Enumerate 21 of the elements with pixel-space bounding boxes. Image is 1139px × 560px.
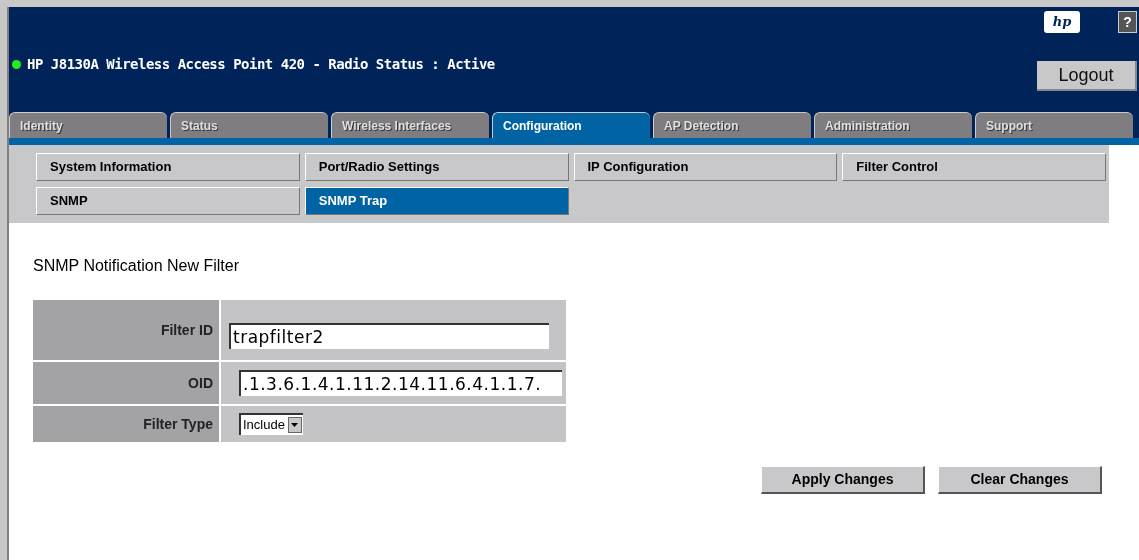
subnav-item[interactable]: Port/Radio Settings: [304, 153, 569, 181]
field-label: OID: [33, 362, 219, 404]
subnav-item[interactable]: IP Configuration: [573, 153, 838, 181]
subnav-item[interactable]: System Information: [36, 153, 300, 181]
logout-button[interactable]: Logout: [1037, 61, 1137, 91]
subnav-item[interactable]: SNMP: [36, 187, 300, 215]
logo-icon: hp: [1044, 11, 1080, 33]
filter-type-dropdown[interactable]: Include: [239, 413, 303, 435]
field-label: Filter Type: [33, 406, 219, 442]
action-button[interactable]: Clear Changes: [938, 466, 1102, 494]
field-label: Filter ID: [33, 300, 219, 360]
text-field[interactable]: trapfilter2: [229, 323, 549, 349]
header-title: HP J8130A Wireless Access Point 420 - Radio Status : Active: [27, 54, 495, 74]
caret-icon: [287, 417, 302, 433]
form-title: SNMP Notification New Filter: [33, 256, 240, 276]
nav-tab[interactable]: Configuration: [492, 112, 650, 138]
subnav-item[interactable]: SNMP Trap: [304, 187, 569, 215]
help-button[interactable]: ?: [1118, 11, 1137, 33]
action-button[interactable]: Apply Changes: [761, 466, 925, 494]
subnav-item[interactable]: Filter Control: [842, 153, 1106, 181]
text-field[interactable]: .1.3.6.1.4.1.11.2.14.11.6.4.1.1.7.: [239, 370, 562, 396]
